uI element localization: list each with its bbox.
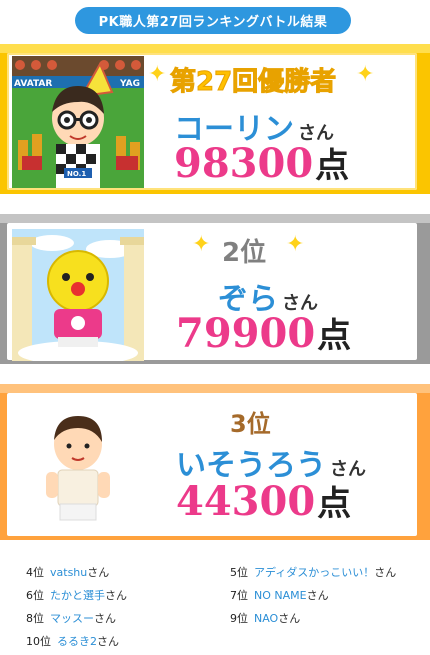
winner-panel: AVATAR YAG NO.1 ✦ 第27回優勝者 ✦ コーリン さん 9830… xyxy=(0,44,430,194)
winner-score-value: 98300 xyxy=(174,140,314,187)
rank-name-link[interactable]: マッスー xyxy=(50,612,94,625)
second-avatar-illustration xyxy=(12,229,144,361)
third-score-value: 44300 xyxy=(176,478,316,525)
second-title: 2位 xyxy=(222,238,267,268)
winner-title: 第27回優勝者 xyxy=(169,67,337,98)
sparkle-icon: ✦ xyxy=(148,62,167,87)
rank-san: さん xyxy=(278,612,301,625)
third-score: 44300点 xyxy=(176,476,351,525)
rank-position: 9位 xyxy=(230,612,248,625)
second-score-value: 79900 xyxy=(176,310,316,357)
panel-stripe xyxy=(0,384,430,393)
list-item: 7位 NO NAMEさん xyxy=(230,587,329,605)
rank-san: さん xyxy=(97,635,119,648)
rank-position: 8位 xyxy=(26,612,44,625)
rank-name-link[interactable]: NAO xyxy=(254,612,278,625)
sparkle-icon: ✦ xyxy=(192,232,211,257)
banner-right-text: YAG xyxy=(119,79,140,89)
list-item: 8位 マッスーさん xyxy=(26,610,116,628)
third-panel: 3位 いそうろう さん 44300点 xyxy=(0,384,430,540)
list-item: 6位 たかと選手さん xyxy=(26,587,127,605)
third-title: 3位 xyxy=(230,410,271,438)
rank-position: 4位 xyxy=(26,566,44,579)
rank-position: 7位 xyxy=(230,589,248,602)
third-avatar-illustration xyxy=(12,398,144,530)
list-item: 4位 vatshuさん xyxy=(26,564,109,582)
rank-san: さん xyxy=(374,566,397,579)
second-avatar xyxy=(12,229,144,361)
list-item: 5位 アディダスかっこいい！さん xyxy=(230,564,396,582)
winner-badge-text: NO.1 xyxy=(67,170,86,178)
rank-position: 6位 xyxy=(26,589,44,602)
other-rankings-list: 4位 vatshuさん 5位 アディダスかっこいい！さん 6位 たかと選手さん 7位 N… xyxy=(0,560,430,655)
rank-san: さん xyxy=(94,612,116,625)
winner-avatar-illustration: AVATAR YAG NO.1 xyxy=(12,56,144,188)
panel-stripe xyxy=(0,44,430,53)
page-title: PK職人第27回ランキングバトル結果 xyxy=(75,7,351,34)
second-panel: ✦ 2位 ✦ ぞら さん 79900点 xyxy=(0,214,430,364)
rank-name-link[interactable]: NO NAME xyxy=(254,589,307,602)
list-item: 10位 るるき2さん xyxy=(26,633,119,651)
rank-position: 10位 xyxy=(26,635,51,648)
second-score: 79900点 xyxy=(176,308,351,357)
third-avatar xyxy=(12,398,144,530)
winner-avatar: AVATAR YAG NO.1 xyxy=(12,56,144,188)
winner-score: 98300点 xyxy=(174,138,349,187)
rank-name-link[interactable]: たかと選手 xyxy=(50,589,105,602)
second-score-unit: 点 xyxy=(317,316,352,356)
sparkle-icon: ✦ xyxy=(286,232,305,257)
banner-left-text: AVATAR xyxy=(14,79,52,89)
winner-score-unit: 点 xyxy=(315,146,350,186)
rank-name-link[interactable]: vatshu xyxy=(50,566,87,579)
rank-san: さん xyxy=(306,589,329,602)
rank-name-link[interactable]: るるき2 xyxy=(57,635,97,648)
third-score-unit: 点 xyxy=(317,484,352,524)
rank-name-link[interactable]: アディダスかっこいい！ xyxy=(254,566,374,579)
rank-position: 5位 xyxy=(230,566,248,579)
panel-stripe xyxy=(0,214,430,223)
rank-san: さん xyxy=(105,589,127,602)
sparkle-icon: ✦ xyxy=(356,62,375,87)
rank-san: さん xyxy=(87,566,110,579)
list-item: 9位 NAOさん xyxy=(230,610,300,628)
